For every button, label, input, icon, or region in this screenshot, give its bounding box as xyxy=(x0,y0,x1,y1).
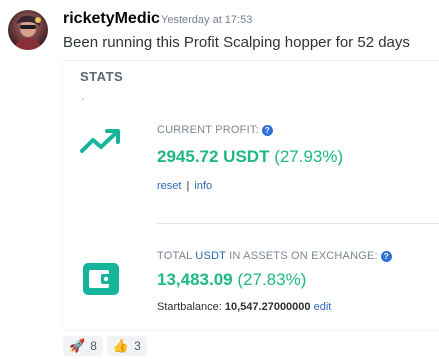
current-profit-label-text: CURRENT PROFIT: xyxy=(157,124,259,136)
reset-link[interactable]: reset xyxy=(157,180,181,192)
reaction-count: 3 xyxy=(134,339,141,353)
reaction-rocket[interactable]: 🚀 8 xyxy=(63,336,103,356)
current-profit-value: 2945.72 USDT (27.93%) xyxy=(157,147,343,167)
start-balance-label: Startbalance: xyxy=(157,301,222,313)
divider-dot xyxy=(82,98,84,100)
total-assets-suffix: IN ASSETS ON EXCHANGE: xyxy=(229,250,378,262)
current-profit-label: CURRENT PROFIT:? xyxy=(157,124,273,136)
assets-percent: (27.83%) xyxy=(237,270,307,289)
profit-actions: reset | info xyxy=(157,180,212,192)
reaction-thumbs-up[interactable]: 👍 3 xyxy=(106,336,147,356)
profit-amount: 2945.72 USDT xyxy=(157,147,270,166)
assets-amount: 13,483.09 xyxy=(157,270,233,289)
thumbs-up-icon: 👍 xyxy=(112,338,130,353)
message-text: Been running this Profit Scalping hopper… xyxy=(63,34,410,51)
reaction-count: 8 xyxy=(90,339,97,353)
rocket-icon: 🚀 xyxy=(69,338,86,353)
info-link[interactable]: info xyxy=(194,180,212,192)
section-divider xyxy=(157,223,439,224)
help-icon[interactable]: ? xyxy=(261,125,273,136)
total-assets-currency[interactable]: USDT xyxy=(195,250,226,262)
link-separator: | xyxy=(186,180,190,192)
start-balance: Startbalance: 10,547.27000000 edit xyxy=(157,301,331,313)
reactions-bar: 🚀 8 👍 3 xyxy=(63,336,147,356)
username[interactable]: ricketyMedic xyxy=(63,10,160,28)
start-balance-value: 10,547.27000000 xyxy=(224,301,311,313)
total-assets-prefix: TOTAL xyxy=(157,250,193,262)
profit-percent: (27.93%) xyxy=(274,147,344,166)
wallet-icon xyxy=(80,260,122,298)
card-title: STATS xyxy=(80,69,124,84)
edit-link[interactable]: edit xyxy=(314,301,332,313)
trend-up-icon xyxy=(80,125,122,157)
total-assets-value: 13,483.09 (27.83%) xyxy=(157,270,306,290)
timestamp: Yesterday at 17:53 xyxy=(161,14,253,26)
help-icon[interactable]: ? xyxy=(380,251,392,262)
avatar[interactable] xyxy=(8,10,48,50)
stats-embed-card: STATS CURRENT PROFIT:? 2945.72 USDT (27.… xyxy=(63,60,439,329)
chat-message: ricketyMedic Yesterday at 17:53 Been run… xyxy=(0,0,439,359)
total-assets-label: TOTAL USDT IN ASSETS ON EXCHANGE:? xyxy=(157,250,392,262)
